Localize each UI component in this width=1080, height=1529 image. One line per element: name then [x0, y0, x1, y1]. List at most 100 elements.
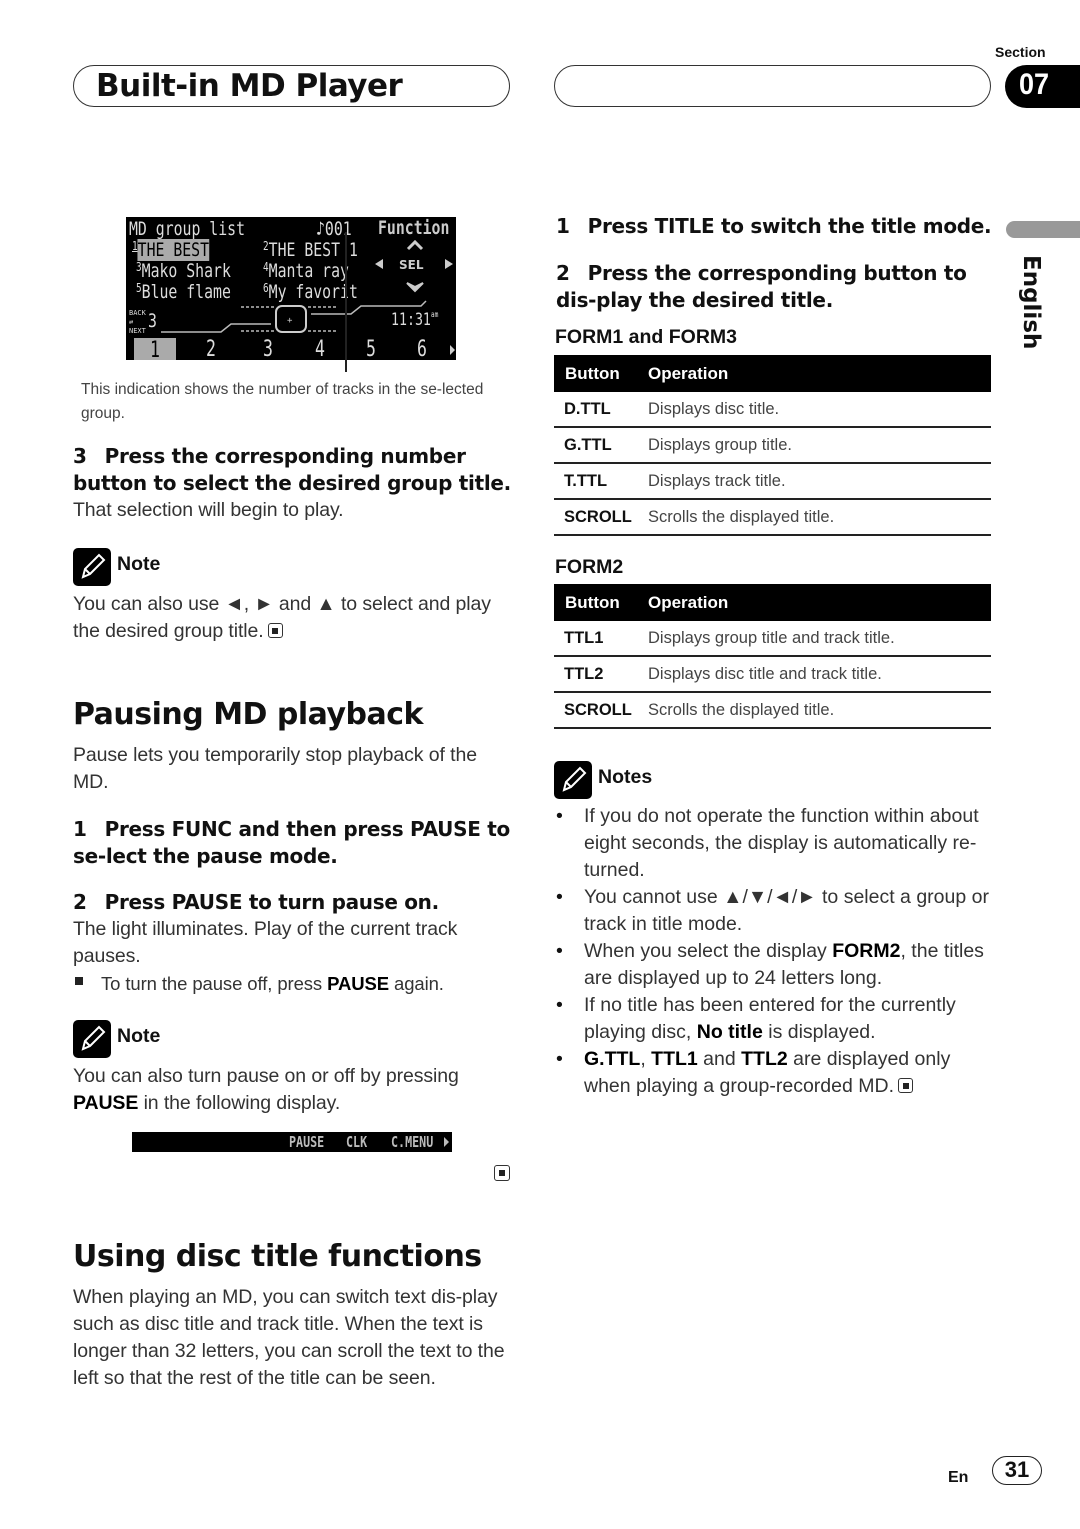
table-row: TTL2 Displays disc title and track title. — [554, 656, 991, 693]
heading-using-disc-title-functions: Using disc title functions — [73, 1239, 482, 1274]
lcd-number-button-1: 1 — [134, 338, 176, 360]
notes-label: Notes — [598, 766, 653, 788]
table-row: SCROLL Scrolls the displayed title. — [554, 499, 991, 536]
form2-heading: FORM2 — [555, 556, 624, 578]
form1-heading: FORM1 and FORM3 — [555, 326, 738, 348]
operation-cell: Displays disc title. — [638, 392, 991, 428]
operation-cell: Scrolls the displayed title. — [638, 499, 991, 536]
button-cell: SCROLL — [554, 499, 638, 536]
button-cell: TTL2 — [554, 656, 638, 693]
lcd-back-next: BACK ⇄ NEXT — [129, 309, 146, 335]
lcd-group-item: 4Manta ray — [263, 260, 349, 282]
table-header-row: Button Operation — [554, 584, 991, 621]
language-tab-bar — [1006, 221, 1080, 238]
heading-pausing-md-playback: Pausing MD playback — [73, 697, 424, 732]
note-label: Note — [117, 1025, 161, 1047]
arrow-down-icon — [406, 282, 424, 293]
svg-text:+: + — [287, 316, 293, 326]
operation-cell: Displays group title and track title. — [638, 621, 991, 657]
operation-cell: Displays disc title and track title. — [638, 656, 991, 693]
display-item-clk: CLK — [346, 1133, 368, 1151]
pause-off-tip: To turn the pause off, press PAUSE again… — [101, 973, 444, 994]
table-row: D.TTL Displays disc title. — [554, 392, 991, 428]
form1-table: Button Operation D.TTL Displays disc titl… — [554, 355, 991, 536]
end-mark-icon — [490, 1165, 510, 1185]
disc-title-body: When playing an MD, you can switch text … — [73, 1286, 505, 1389]
note-label: Note — [117, 553, 161, 575]
column-header-operation: Operation — [638, 355, 991, 392]
arrow-left-icon — [375, 259, 383, 269]
lcd-number-button-5: 5 — [366, 337, 376, 360]
notes-pencil-icon — [554, 761, 592, 799]
table-row: T.TTL Displays track title. — [554, 463, 991, 500]
page-number: 31 — [992, 1456, 1042, 1485]
footer-language-code: En — [948, 1469, 969, 1486]
operation-cell: Displays group title. — [638, 427, 991, 464]
pause-step-1: 1 Press FUNC and then press PAUSE to se-l… — [73, 817, 510, 868]
lcd-sel-label: SEL — [399, 258, 424, 272]
button-cell: T.TTL — [554, 463, 638, 500]
pause-step-2: 2 Press PAUSE to turn pause on. — [73, 890, 439, 914]
list-item: G.TTL, TTL1 and TTL2 are displayed only … — [556, 1046, 996, 1100]
section-label: Section — [995, 44, 1046, 60]
display-item-pause: PAUSE — [289, 1133, 325, 1151]
note-text: You can also use ◄, ► and ▲ to select an… — [73, 593, 491, 642]
column-header-button: Button — [554, 584, 638, 621]
operation-cell: Displays track title. — [638, 463, 991, 500]
chapter-title: Built-in MD Player — [96, 68, 403, 104]
display-more-arrow-icon — [444, 1137, 449, 1147]
step-3-heading: 3 Press the corresponding number button t… — [73, 444, 511, 495]
button-cell: G.TTL — [554, 427, 638, 464]
note-pencil-icon — [73, 1020, 111, 1058]
list-item: If no title has been entered for the cur… — [556, 992, 996, 1046]
button-cell: SCROLL — [554, 692, 638, 729]
arrow-right-icon — [445, 259, 453, 269]
lcd-number-button-3: 3 — [263, 337, 273, 360]
note-pencil-icon — [73, 548, 111, 586]
table-row: G.TTL Displays group title. — [554, 427, 991, 464]
lcd-number-button-2: 2 — [206, 337, 216, 360]
table-row: TTL1 Displays group title and track title… — [554, 621, 991, 657]
list-item: If you do not operate the function withi… — [556, 803, 996, 884]
lcd-group-item: 2THE BEST 1 — [263, 239, 358, 261]
table-header-row: Button Operation — [554, 355, 991, 392]
lcd-group-item: 3Mako Shark — [136, 260, 231, 282]
notes-list: If you do not operate the function withi… — [556, 803, 996, 1100]
section-number: 07 — [1019, 68, 1050, 101]
title-step-1: 1 Press TITLE to switch the title mode. — [556, 214, 992, 238]
button-cell: TTL1 — [554, 621, 638, 657]
arrow-up-icon — [406, 239, 424, 251]
lcd-function-label: Function — [378, 217, 450, 239]
lcd-caption: This indication shows the number of trac… — [81, 381, 484, 422]
square-bullet-icon — [75, 977, 83, 985]
display-item-cmenu: C.MENU — [391, 1133, 434, 1151]
step-3-body: That selection will begin to play. — [73, 499, 344, 521]
table-row: SCROLL Scrolls the displayed title. — [554, 692, 991, 729]
language-tab-label: English — [1018, 255, 1044, 350]
chapter-title-box: Built-in MD Player — [73, 65, 510, 107]
section-tab: 07 — [1005, 65, 1080, 108]
form2-table: Button Operation TTL1 Displays group titl… — [554, 584, 991, 729]
end-mark-icon — [898, 1078, 914, 1093]
lcd-title: MD group list — [129, 218, 246, 240]
callout-leader-line — [345, 232, 347, 372]
lcd-number-button-4: 4 — [315, 337, 325, 360]
lcd-clock: 11:31am — [391, 310, 439, 330]
button-cell: D.TTL — [554, 392, 638, 428]
pausing-intro: Pause lets you temporarily stop playback… — [73, 744, 477, 793]
pause-note-text: You can also turn pause on or off by pre… — [73, 1065, 459, 1114]
end-mark-icon — [267, 623, 283, 638]
function-display-bar: PAUSE CLK C.MENU — [132, 1132, 452, 1152]
header-blank-box — [554, 65, 991, 107]
lcd-disc-number: 001 — [324, 218, 352, 240]
lcd-number-button-6: 6 — [417, 337, 427, 360]
pause-step-2-body: The light illuminates. Play of the curre… — [73, 918, 458, 967]
lcd-group-selected: THE BEST — [137, 239, 210, 261]
music-note-icon: ♪ — [316, 218, 325, 240]
operation-cell: Scrolls the displayed title. — [638, 692, 991, 729]
column-header-button: Button — [554, 355, 638, 392]
list-item: You cannot use ▲/▼/◄/► to select a group… — [556, 884, 996, 938]
column-header-operation: Operation — [638, 584, 991, 621]
lcd-more-arrow-icon — [450, 345, 455, 355]
lcd-group-list-display: MD group list ♪001 Function 1 THE BEST 2T… — [126, 217, 456, 360]
